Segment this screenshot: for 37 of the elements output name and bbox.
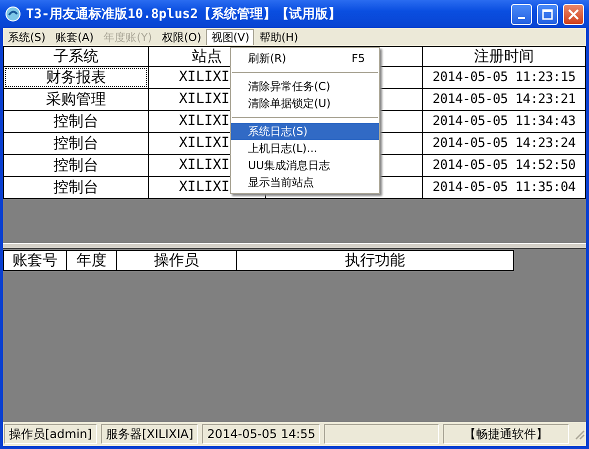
- table-cell: 2014-05-05 11:34:43: [422, 110, 586, 132]
- menu-item[interactable]: 权限(O): [157, 28, 206, 46]
- table-cell: 财务报表: [5, 68, 147, 87]
- column-header[interactable]: 注册时间: [422, 46, 586, 66]
- menu-item[interactable]: 帮助(H): [254, 28, 304, 46]
- close-button[interactable]: [563, 4, 584, 24]
- column-header[interactable]: 子系统: [4, 46, 148, 66]
- table-cell-text: 控制台: [52, 156, 100, 175]
- menu-item[interactable]: 视图(V): [206, 29, 254, 45]
- column-header[interactable]: 年度: [66, 250, 116, 270]
- table-cell: 2014-05-05 14:23:24: [422, 132, 586, 154]
- status-pane: 2014-05-05 14:55: [202, 424, 320, 444]
- status-pane: 操作员[admin]: [4, 424, 97, 444]
- column-header[interactable]: 账套号: [4, 250, 67, 270]
- table-cell-text: 控制台: [52, 134, 100, 153]
- column-header[interactable]: 执行功能: [236, 250, 514, 270]
- table-cell-text: 控制台: [52, 178, 100, 197]
- table-cell-text: 采购管理: [45, 90, 107, 109]
- menu-item[interactable]: 系统日志(S): [231, 123, 379, 140]
- minimize-icon: [518, 17, 525, 19]
- status-pane: 【畅捷通软件】: [443, 424, 569, 444]
- menu-item[interactable]: 账套(A): [50, 28, 99, 46]
- resize-grip-icon[interactable]: [573, 428, 585, 440]
- status-pane: 服务器[XILIXIA]: [100, 424, 198, 444]
- table-cell: 2014-05-05 11:35:04: [422, 176, 586, 198]
- table-cell: 2014-05-05 14:52:50: [422, 154, 586, 176]
- table-cell: 2014-05-05 14:23:21: [422, 88, 586, 110]
- minimize-button[interactable]: [511, 4, 532, 24]
- maximize-button[interactable]: [537, 4, 558, 24]
- app-icon: [5, 6, 21, 22]
- table-cell-text: 控制台: [52, 112, 100, 131]
- window-title: T3-用友通标准版10.8plus2【系统管理】【试用版】: [26, 6, 342, 23]
- maximize-icon: [542, 8, 553, 20]
- menu-item[interactable]: 系统(S): [3, 28, 51, 46]
- table-cell: 2014-05-05 11:23:15: [422, 66, 586, 88]
- close-icon: [568, 8, 579, 20]
- column-header[interactable]: 操作员: [116, 250, 236, 270]
